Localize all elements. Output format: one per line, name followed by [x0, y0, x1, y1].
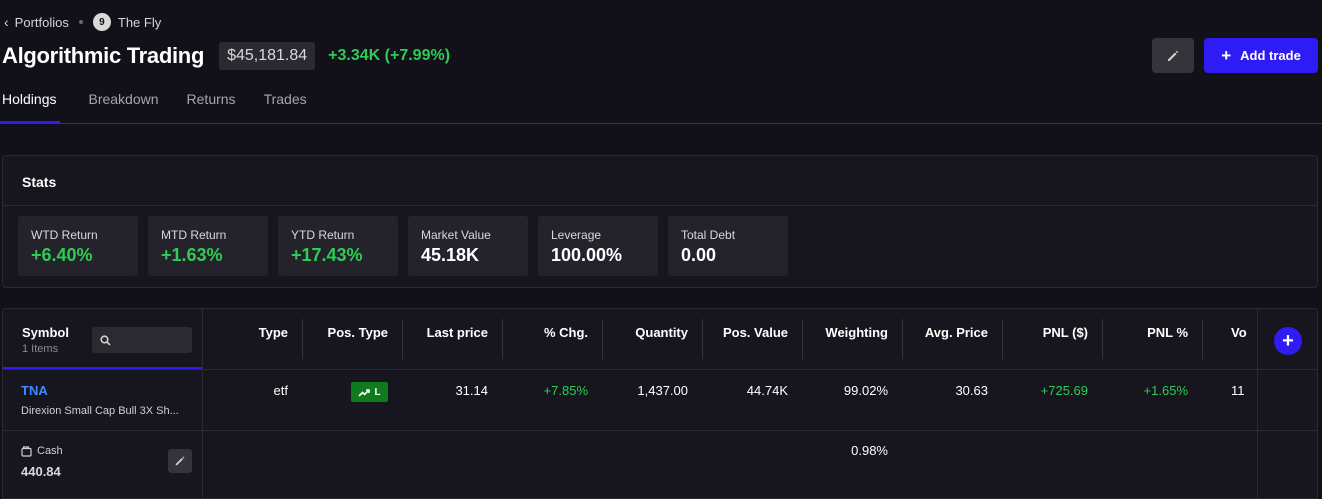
holding-name: Direxion Small Cap Bull 3X Sh... — [21, 405, 179, 417]
holdings-table: Symbol 1 Items Type Pos. Type Last price… — [2, 308, 1318, 499]
stat-card-leverage: Leverage 100.00% — [538, 216, 658, 276]
row-divider — [3, 430, 1317, 431]
row-divider — [3, 369, 1317, 370]
column-header-type[interactable]: Type — [223, 325, 288, 340]
symbol-search-input[interactable] — [92, 327, 192, 353]
portfolio-value-badge: $45,181.84 — [219, 42, 316, 70]
breadcrumb-portfolios-link[interactable]: Portfolios — [15, 15, 69, 30]
wallet-icon — [21, 445, 32, 457]
cell-last-price: 31.14 — [455, 383, 488, 398]
trending-up-icon — [358, 388, 371, 397]
cell-pos-value: 44.74K — [746, 383, 788, 398]
portfolio-header: Algorithmic Trading $45,181.84 +3.34K (+… — [2, 40, 450, 72]
avatar[interactable]: 9 — [92, 13, 111, 31]
cash-value: 440.84 — [21, 464, 61, 479]
stat-value: 100.00% — [551, 245, 623, 265]
column-header-last-price[interactable]: Last price — [403, 325, 488, 340]
column-header-quantity[interactable]: Quantity — [603, 325, 688, 340]
stat-label: Leverage — [551, 228, 602, 242]
tab-bar: Holdings Breakdown Returns Trades — [0, 82, 1322, 124]
stat-card-mtd: MTD Return +1.63% — [148, 216, 268, 276]
symbol-column-header[interactable]: Symbol 1 Items — [22, 325, 69, 355]
stat-value: 0.00 — [681, 245, 717, 265]
cash-label-text: Cash — [37, 445, 63, 457]
column-header-pos-value[interactable]: Pos. Value — [703, 325, 788, 340]
plus-icon: + — [1282, 330, 1294, 352]
search-icon — [100, 334, 111, 346]
cell-vol: 11 — [1231, 383, 1245, 398]
holding-symbol-link[interactable]: TNA — [21, 383, 48, 398]
stat-card-total-debt: Total Debt 0.00 — [668, 216, 788, 276]
add-trade-label: Add trade — [1240, 48, 1301, 63]
stat-card-market-value: Market Value 45.18K — [408, 216, 528, 276]
tab-returns[interactable]: Returns — [187, 82, 236, 124]
tab-holdings[interactable]: Holdings — [0, 82, 61, 124]
cell-weighting: 99.02% — [843, 383, 888, 398]
position-type-label: L — [374, 386, 381, 398]
cell-pct-chg: +7.85% — [543, 383, 588, 398]
tab-trades[interactable]: Trades — [264, 82, 307, 124]
page-title: Algorithmic Trading — [2, 43, 205, 68]
portfolio-change: +3.34K (+7.99%) — [328, 47, 451, 64]
column-header-pct-chg[interactable]: % Chg. — [503, 325, 588, 340]
add-trade-button[interactable]: + Add trade — [1204, 38, 1318, 73]
column-header-vol[interactable]: Vo — [1231, 325, 1247, 340]
stat-label: MTD Return — [161, 228, 227, 242]
plus-icon: + — [1221, 45, 1232, 65]
symbol-header-label: Symbol — [22, 325, 69, 340]
cell-pnl-pct: +1.65% — [1143, 383, 1188, 398]
edit-cash-button[interactable] — [168, 449, 192, 473]
breadcrumb-owner-link[interactable]: The Fly — [118, 15, 161, 30]
column-divider — [1257, 309, 1258, 498]
stat-card-wtd: WTD Return +6.40% — [18, 216, 138, 276]
stat-cards: WTD Return +6.40% MTD Return +1.63% YTD … — [3, 206, 1317, 276]
column-divider — [202, 309, 203, 498]
stat-label: YTD Return — [291, 228, 355, 242]
stat-label: WTD Return — [31, 228, 98, 242]
chevron-left-icon[interactable]: ‹ — [4, 14, 9, 30]
tab-breakdown[interactable]: Breakdown — [88, 82, 158, 124]
column-header-avg-price[interactable]: Avg. Price — [903, 325, 988, 340]
stat-label: Total Debt — [681, 228, 736, 242]
cell-avg-price: 30.63 — [955, 383, 988, 398]
column-header-weighting[interactable]: Weighting — [803, 325, 888, 340]
add-column-button[interactable]: + — [1274, 327, 1302, 355]
symbol-column-indicator — [3, 367, 202, 369]
position-type-badge: L — [351, 382, 388, 402]
pencil-icon — [175, 456, 185, 466]
edit-portfolio-button[interactable] — [1152, 38, 1194, 73]
cell-type: etf — [273, 383, 288, 398]
column-header-pnl-pct[interactable]: PNL % — [1103, 325, 1188, 340]
stat-card-ytd: YTD Return +17.43% — [278, 216, 398, 276]
stat-value: 45.18K — [421, 245, 480, 265]
stats-title: Stats — [3, 156, 1317, 206]
stat-value: +6.40% — [31, 245, 93, 265]
stat-value: +17.43% — [291, 245, 363, 265]
breadcrumb-separator — [78, 20, 83, 24]
breadcrumb: ‹ Portfolios 9 The Fly — [4, 12, 161, 32]
cash-label: Cash — [21, 445, 63, 457]
cell-quantity: 1,437.00 — [637, 383, 688, 398]
column-header-pnl[interactable]: PNL ($) — [1003, 325, 1088, 340]
column-separator[interactable] — [1202, 319, 1203, 359]
item-count: 1 Items — [22, 343, 59, 355]
cash-weighting: 0.98% — [851, 443, 888, 458]
pencil-icon — [1168, 50, 1179, 61]
stats-panel: Stats WTD Return +6.40% MTD Return +1.63… — [2, 155, 1318, 288]
stat-label: Market Value — [421, 228, 491, 242]
stat-value: +1.63% — [161, 245, 223, 265]
column-header-pos-type[interactable]: Pos. Type — [303, 325, 388, 340]
cell-pnl: +725.69 — [1040, 383, 1088, 398]
